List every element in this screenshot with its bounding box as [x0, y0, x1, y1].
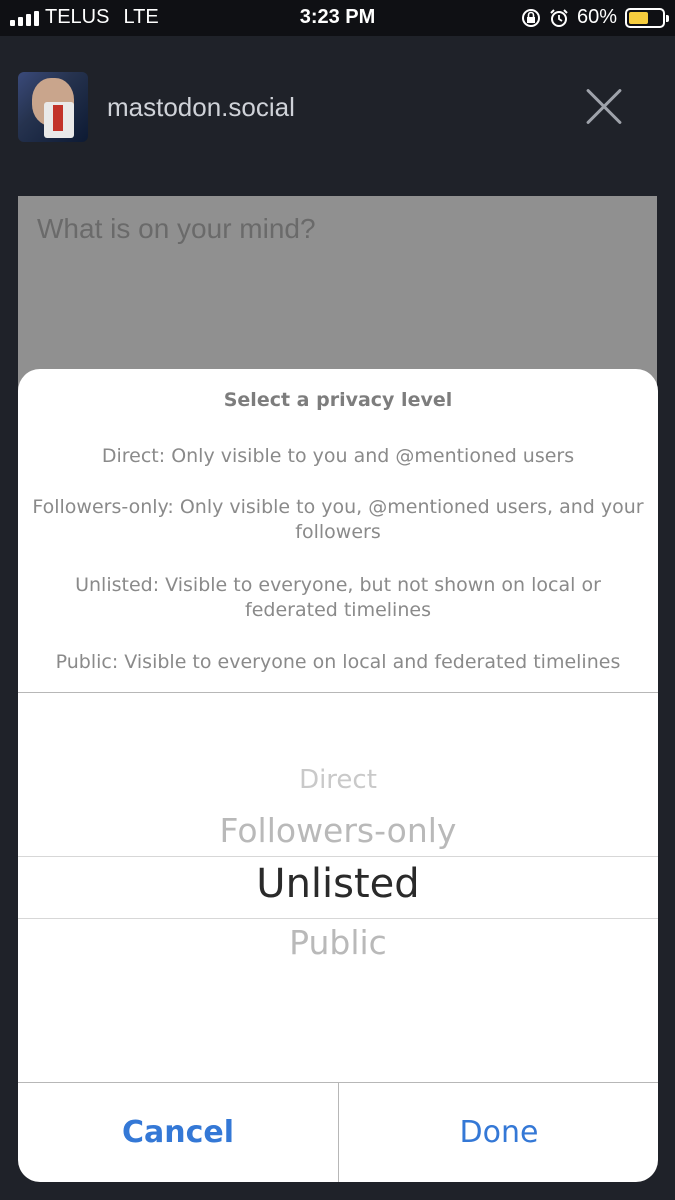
compose-text-area[interactable]: What is on your mind? — [18, 196, 657, 396]
status-right: 60% — [521, 6, 669, 29]
privacy-action-sheet: Select a privacy level Direct: Only visi… — [18, 369, 658, 1182]
battery-fill — [629, 11, 649, 24]
battery-icon — [625, 7, 669, 28]
picker-selection-top-line — [18, 856, 658, 857]
sheet-message: Select a privacy level Direct: Only visi… — [18, 369, 658, 693]
description-followers-only: Followers-only: Only visible to you, @me… — [32, 496, 644, 543]
alarm-icon — [550, 8, 568, 27]
battery-percent: 60% — [576, 6, 617, 28]
compose-placeholder: What is on your mind? — [37, 213, 316, 244]
cancel-button[interactable]: Cancel — [18, 1083, 338, 1182]
compose-header — [0, 36, 675, 186]
picker-option-followers-only[interactable]: Followers-only — [18, 811, 658, 850]
done-button[interactable]: Done — [339, 1083, 658, 1182]
picker-option-unlisted-selected[interactable]: Unlisted — [18, 861, 658, 907]
close-icon[interactable] — [584, 87, 624, 127]
picker-option-direct[interactable]: Direct — [18, 765, 658, 795]
avatar-mug — [44, 102, 74, 138]
rotation-lock-icon — [521, 8, 540, 27]
instance-name: mastodon.social — [107, 92, 295, 122]
description-unlisted: Unlisted: Visible to everyone, but not s… — [75, 574, 601, 621]
picker-option-public[interactable]: Public — [18, 923, 658, 962]
sheet-title: Select a privacy level — [223, 389, 453, 411]
status-bar: TELUS LTE 3:23 PM 60% — [0, 0, 675, 36]
privacy-picker[interactable]: Direct Followers-only Unlisted Public — [18, 693, 658, 1082]
avatar[interactable] — [18, 72, 88, 142]
description-direct: Direct: Only visible to you and @mention… — [101, 445, 575, 467]
description-public: Public: Visible to everyone on local and… — [55, 651, 621, 673]
picker-selection-bottom-line — [18, 918, 658, 919]
